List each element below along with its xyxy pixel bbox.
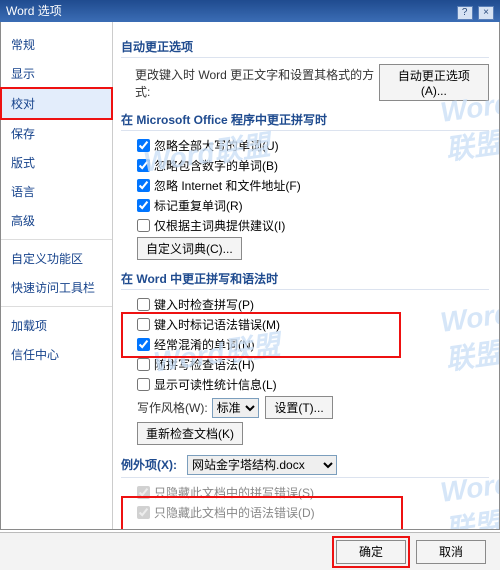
sidebar-separator [1, 239, 112, 240]
section-word-spell-title: 在 Word 中更正拼写和语法时 [121, 270, 489, 290]
grammar-with-spelling-checkbox[interactable] [137, 358, 150, 371]
writing-style-label: 写作风格(W): [137, 399, 208, 416]
confused-words-label: 经常混淆的单词(N) [154, 336, 255, 353]
confused-words-checkbox[interactable] [137, 338, 150, 351]
sidebar-item-save[interactable]: 保存 [1, 119, 112, 148]
exceptions-label: 例外项(X): [121, 458, 177, 472]
settings-button[interactable]: 设置(T)... [265, 396, 332, 419]
window-title: Word 选项 [6, 0, 62, 22]
autocorrect-desc: 更改键入时 Word 更正文字和设置其格式的方式: [135, 66, 375, 100]
mark-grammar-typing-checkbox[interactable] [137, 318, 150, 331]
grammar-with-spelling-label: 随拼写检查语法(H) [154, 356, 255, 373]
hide-spelling-errors-label: 只隐藏此文档中的拼写错误(S) [154, 484, 314, 501]
sidebar-item-trust-center[interactable]: 信任中心 [1, 340, 112, 369]
section-exceptions-title: 例外项(X): 网站金字塔结构.docx [121, 455, 489, 478]
content-pane: Word联盟 Word联盟 Word联盟 Word联盟 Word联盟 自动更正选… [113, 22, 499, 529]
sidebar-item-addins[interactable]: 加载项 [1, 311, 112, 340]
hide-spelling-errors-checkbox[interactable] [137, 486, 150, 499]
section-office-spell-title: 在 Microsoft Office 程序中更正拼写时 [121, 111, 489, 131]
ok-button[interactable]: 确定 [336, 540, 406, 564]
sidebar-item-customize-ribbon[interactable]: 自定义功能区 [1, 244, 112, 273]
hide-grammar-errors-checkbox[interactable] [137, 506, 150, 519]
main-dict-only-checkbox[interactable] [137, 219, 150, 232]
writing-style-select[interactable]: 标准 [212, 398, 259, 418]
dialog-body: 常规 显示 校对 保存 版式 语言 高级 自定义功能区 快速访问工具栏 加载项 … [0, 22, 500, 530]
sidebar-item-display[interactable]: 显示 [1, 59, 112, 88]
readability-stats-label: 显示可读性统计信息(L) [154, 376, 277, 393]
sidebar-item-layout[interactable]: 版式 [1, 148, 112, 177]
ignore-numbers-label: 忽略包含数字的单词(B) [154, 157, 278, 174]
sidebar: 常规 显示 校对 保存 版式 语言 高级 自定义功能区 快速访问工具栏 加载项 … [1, 22, 113, 529]
cancel-button[interactable]: 取消 [416, 540, 486, 564]
exceptions-document-select[interactable]: 网站金字塔结构.docx [187, 455, 337, 475]
hide-grammar-errors-label: 只隐藏此文档中的语法错误(D) [154, 504, 315, 521]
sidebar-item-language[interactable]: 语言 [1, 177, 112, 206]
sidebar-item-advanced[interactable]: 高级 [1, 206, 112, 235]
ignore-uppercase-label: 忽略全部大写的单词(U) [154, 137, 279, 154]
sidebar-separator [1, 306, 112, 307]
sidebar-item-general[interactable]: 常规 [1, 30, 112, 59]
close-button[interactable]: × [478, 6, 494, 20]
ignore-uppercase-checkbox[interactable] [137, 139, 150, 152]
readability-stats-checkbox[interactable] [137, 378, 150, 391]
check-spelling-typing-label: 键入时检查拼写(P) [154, 296, 254, 313]
autocorrect-options-button[interactable]: 自动更正选项(A)... [379, 64, 489, 101]
section-autocorrect-title: 自动更正选项 [121, 38, 489, 58]
sidebar-item-proofing[interactable]: 校对 [1, 88, 112, 119]
autocorrect-row: 更改键入时 Word 更正文字和设置其格式的方式: 自动更正选项(A)... [135, 64, 489, 101]
title-bar: Word 选项 ? × [0, 0, 500, 22]
ignore-numbers-checkbox[interactable] [137, 159, 150, 172]
main-dict-only-label: 仅根据主词典提供建议(I) [154, 217, 285, 234]
ignore-internet-label: 忽略 Internet 和文件地址(F) [154, 177, 301, 194]
mark-grammar-typing-label: 键入时标记语法错误(M) [154, 316, 280, 333]
ignore-internet-checkbox[interactable] [137, 179, 150, 192]
flag-repeated-label: 标记重复单词(R) [154, 197, 243, 214]
recheck-document-button[interactable]: 重新检查文档(K) [137, 422, 243, 445]
sidebar-item-quick-access[interactable]: 快速访问工具栏 [1, 273, 112, 302]
flag-repeated-checkbox[interactable] [137, 199, 150, 212]
dialog-footer: 确定 取消 [0, 532, 500, 570]
check-spelling-typing-checkbox[interactable] [137, 298, 150, 311]
window-buttons: ? × [455, 0, 494, 22]
custom-dictionaries-button[interactable]: 自定义词典(C)... [137, 237, 242, 260]
help-button[interactable]: ? [457, 6, 473, 20]
